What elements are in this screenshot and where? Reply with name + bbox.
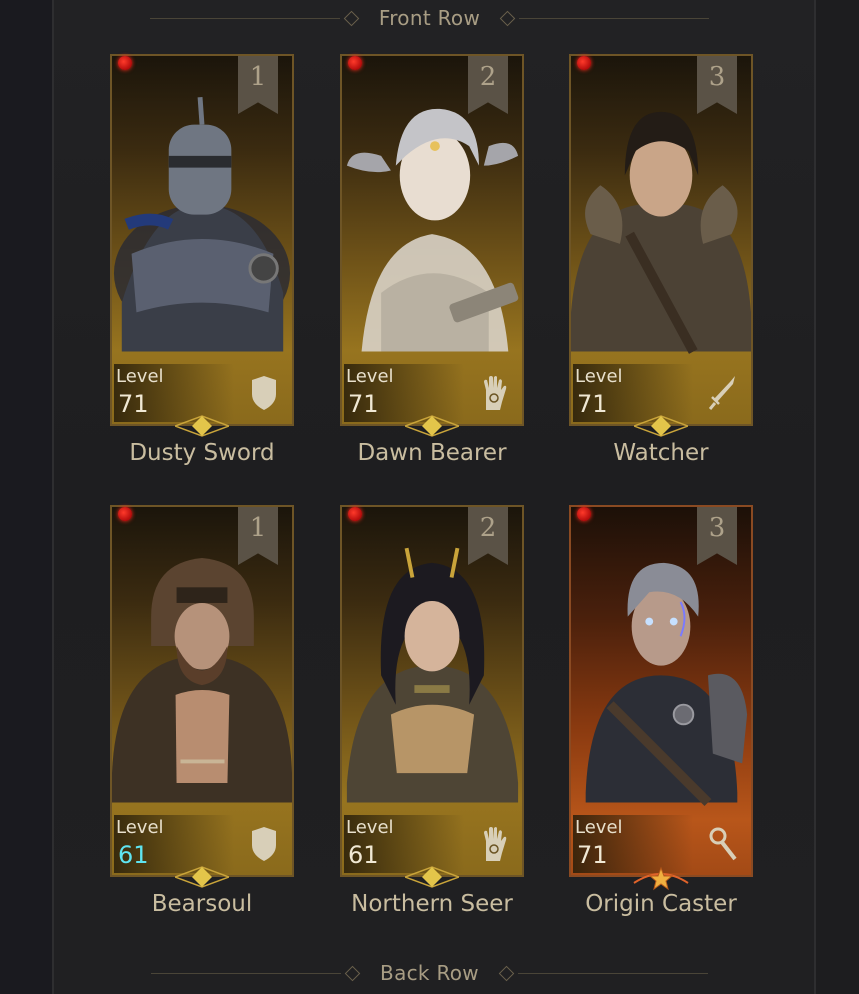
card-frame: 3 Level 71 [569,505,753,877]
star-gem-icon [633,866,689,891]
diamond-gem-icon [405,415,459,437]
diamond-gem-icon [405,866,459,888]
hero-card-watcher[interactable]: 3 Level 71 Watcher [569,54,753,466]
level-value: 71 [577,841,608,869]
hero-card-bearsoul[interactable]: 1 Level 61 Bearsoul [110,505,294,917]
hero-name: Northern Seer [351,891,513,917]
hero-card-origin-caster[interactable]: 3 Level 71 Origin Caster [569,505,753,917]
card-frame: 2 Level 71 [340,54,524,426]
sword-icon [709,376,735,410]
level-value: 71 [348,390,379,418]
notification-dot [577,56,591,70]
card-frame: 3 Level 71 [569,54,753,426]
level-value: 71 [577,390,608,418]
notification-dot [118,507,132,521]
level-label: Level [346,366,394,387]
card-frame: 1 Level 61 [110,505,294,877]
left-edge [0,0,52,994]
diamond-gem-icon [175,866,229,888]
level-label: Level [116,366,164,387]
hero-name: Origin Caster [585,891,737,917]
card-frame: 2 Level 61 [340,505,524,877]
level-label: Level [575,366,623,387]
notification-dot [348,507,362,521]
level-label: Level [346,817,394,838]
hero-name: Bearsoul [151,891,253,917]
hero-name: Dusty Sword [129,440,275,466]
hero-name: Dawn Bearer [357,440,507,466]
diamond-gem-icon [634,415,688,437]
hero-card-dawn-bearer[interactable]: 2 Level 71 Dawn Bearer [340,54,524,466]
back-row-header: Back Row [0,957,859,989]
front-row-label: Front Row [378,6,481,30]
notification-dot [577,507,591,521]
hand-spiral-icon [484,376,507,410]
notification-dot [118,56,132,70]
level-value: 61 [118,841,149,869]
level-value: 61 [348,841,379,869]
level-label: Level [575,817,623,838]
hero-card-northern-seer[interactable]: 2 Level 61 Northern Seer [340,505,524,917]
shield-icon [252,827,276,861]
right-edge [814,0,859,994]
level-value: 71 [118,390,149,418]
hero-name: Watcher [613,440,709,466]
staff-icon [709,827,737,861]
diamond-gem-icon [175,415,229,437]
hero-card-dusty-sword[interactable]: 1 Level 71 Dusty Sword [110,54,294,466]
notification-dot [348,56,362,70]
level-label: Level [116,817,164,838]
hand-spiral-icon [484,827,507,861]
back-row-label: Back Row [380,961,479,985]
front-row-header: Front Row [0,2,859,34]
card-frame: 1 Level 71 [110,54,294,426]
shield-icon [252,376,276,410]
